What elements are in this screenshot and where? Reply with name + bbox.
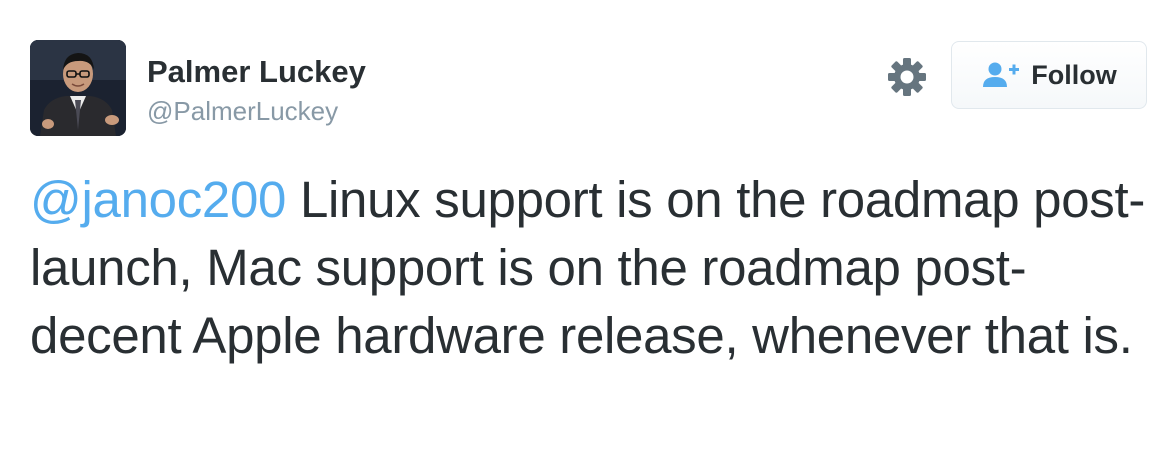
user-name[interactable]: Palmer Luckey bbox=[147, 54, 366, 90]
follow-button[interactable]: Follow bbox=[951, 41, 1147, 109]
mention-link[interactable]: @janoc200 bbox=[30, 171, 286, 228]
tweet-text: @janoc200 Linux support is on the roadma… bbox=[30, 166, 1150, 370]
avatar-photo bbox=[30, 40, 126, 136]
gear-icon[interactable] bbox=[886, 56, 928, 98]
add-user-icon bbox=[983, 62, 1020, 87]
follow-label: Follow bbox=[1031, 59, 1117, 90]
user-handle[interactable]: @PalmerLuckey bbox=[147, 96, 338, 127]
avatar[interactable] bbox=[30, 40, 126, 136]
